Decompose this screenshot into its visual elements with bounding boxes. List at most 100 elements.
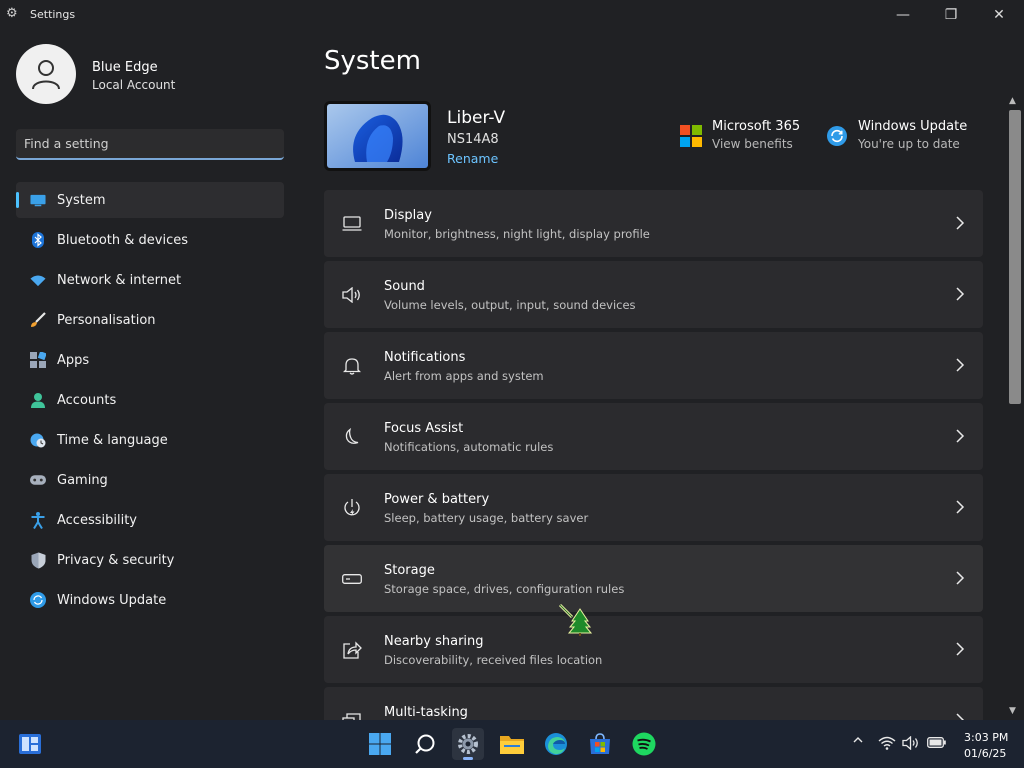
sidebar-item-windows-update[interactable]: Windows Update [16,582,284,618]
shield-icon [30,552,46,568]
wifi-icon [30,272,46,288]
system-icon [30,192,46,208]
setting-row-nearby-sharing[interactable]: Nearby sharing Discoverability, received… [324,616,983,683]
setting-title: Power & battery [384,492,490,507]
title-bar: ⚙ Settings — ❐ ✕ [0,0,1024,30]
sidebar-item-label: Bluetooth & devices [57,233,188,248]
taskbar [0,720,1024,768]
windows-update-title: Windows Update [858,119,968,134]
accessibility-icon [30,511,46,529]
settings-window: ⚙ Settings — ❐ ✕ Blue Edge Local Account… [0,0,1024,720]
bluetooth-icon [30,232,46,248]
chevron-right-icon [956,500,965,514]
sidebar-item-privacy[interactable]: Privacy & security [16,542,284,578]
taskbar-clock-time[interactable]: 3:03 PM [964,731,1008,744]
search-icon[interactable] [409,728,441,760]
setting-row-sound[interactable]: Sound Volume levels, output, input, soun… [324,261,983,328]
microsoft-365-tile[interactable]: Microsoft 365 View benefits [680,119,800,151]
sidebar-item-accessibility[interactable]: Accessibility [16,502,284,538]
setting-subtitle: Discoverability, received files location [384,653,603,667]
sidebar-item-apps[interactable]: Apps [16,342,284,378]
battery-icon[interactable] [927,737,946,751]
widgets-icon[interactable] [14,728,46,760]
settings-gear-icon: ⚙ [6,6,18,21]
sidebar-item-gaming[interactable]: Gaming [16,462,284,498]
mouse-cursor-icon [558,603,592,636]
windows-update-tile[interactable]: Windows Update You're up to date [826,119,967,151]
sidebar-item-time-language[interactable]: Time & language [16,422,284,458]
setting-title: Notifications [384,350,466,365]
scroll-up-arrow-icon[interactable]: ▲ [1009,96,1016,106]
speaker-icon [342,285,362,305]
setting-title: Focus Assist [384,421,464,436]
start-button-windows-icon[interactable] [364,728,396,760]
setting-row-display[interactable]: Display Monitor, brightness, night light… [324,190,983,257]
multitask-icon [342,711,362,720]
device-name: Liber-V [447,108,506,128]
device-wallpaper-thumbnail [324,101,431,171]
setting-row-multitasking[interactable]: Multi-tasking [324,687,983,720]
taskbar-clock-date[interactable]: 01/6/25 [964,747,1006,760]
update-icon [30,592,46,608]
chevron-right-icon [956,642,965,656]
show-hidden-icons-chevron-up-icon[interactable] [852,734,864,749]
user-icon [32,60,60,90]
sidebar-item-label: Accounts [57,393,117,408]
gamepad-icon [30,472,46,488]
sidebar-item-label: Network & internet [57,273,182,288]
settings-list: Display Monitor, brightness, night light… [324,190,983,720]
search-box [16,129,284,160]
scrollbar-thumb[interactable] [1009,110,1021,404]
setting-row-focus-assist[interactable]: Focus Assist Notifications, automatic ru… [324,403,983,470]
window-title: Settings [30,8,76,21]
sidebar-item-label: Windows Update [57,593,167,608]
microsoft-logo-icon [680,125,702,147]
apps-icon [30,352,46,368]
microsoft-store-icon[interactable] [584,728,616,760]
wifi-status-icon[interactable] [878,736,896,753]
minimize-button[interactable]: — [879,0,927,30]
setting-subtitle: Storage space, drives, configuration rul… [384,582,625,596]
power-icon [342,498,362,518]
microsoft-365-subtitle: View benefits [712,137,793,151]
volume-icon[interactable] [902,735,920,753]
setting-row-notifications[interactable]: Notifications Alert from apps and system [324,332,983,399]
search-input[interactable] [16,129,284,158]
sidebar-item-bluetooth[interactable]: Bluetooth & devices [16,222,284,258]
chevron-right-icon [956,287,965,301]
windows-update-status: You're up to date [858,137,960,151]
setting-row-power-battery[interactable]: Power & battery Sleep, battery usage, ba… [324,474,983,541]
sidebar-item-label: Accessibility [57,513,137,528]
display-icon [342,214,362,234]
setting-row-storage[interactable]: Storage Storage space, drives, configura… [324,545,983,612]
sidebar-item-label: Gaming [57,473,108,488]
avatar[interactable] [16,44,76,104]
chevron-right-icon [956,216,965,230]
setting-title: Storage [384,563,435,578]
sidebar-item-personalisation[interactable]: Personalisation [16,302,284,338]
edge-browser-icon[interactable] [540,728,572,760]
chevron-right-icon [956,713,965,720]
sidebar-item-accounts[interactable]: Accounts [16,382,284,418]
file-explorer-icon[interactable] [496,728,528,760]
bell-icon [342,356,362,376]
scroll-down-arrow-icon[interactable]: ▼ [1009,706,1016,716]
close-button[interactable]: ✕ [975,0,1023,30]
settings-app-gear-icon[interactable] [452,728,484,760]
update-icon [827,126,847,146]
accounts-icon [30,392,46,408]
sidebar-item-system[interactable]: System [16,182,284,218]
setting-subtitle: Monitor, brightness, night light, displa… [384,227,650,241]
sidebar-item-label: Privacy & security [57,553,175,568]
rename-link[interactable]: Rename [447,151,498,166]
spotify-icon[interactable] [628,728,660,760]
profile-name: Blue Edge [92,60,158,75]
chevron-right-icon [956,358,965,372]
device-model: NS14A8 [447,132,499,147]
moon-icon [342,427,362,447]
globe-clock-icon [30,432,46,448]
storage-icon [342,569,362,589]
sidebar-item-label: System [57,193,106,208]
maximize-button[interactable]: ❐ [927,0,975,30]
sidebar-item-network[interactable]: Network & internet [16,262,284,298]
